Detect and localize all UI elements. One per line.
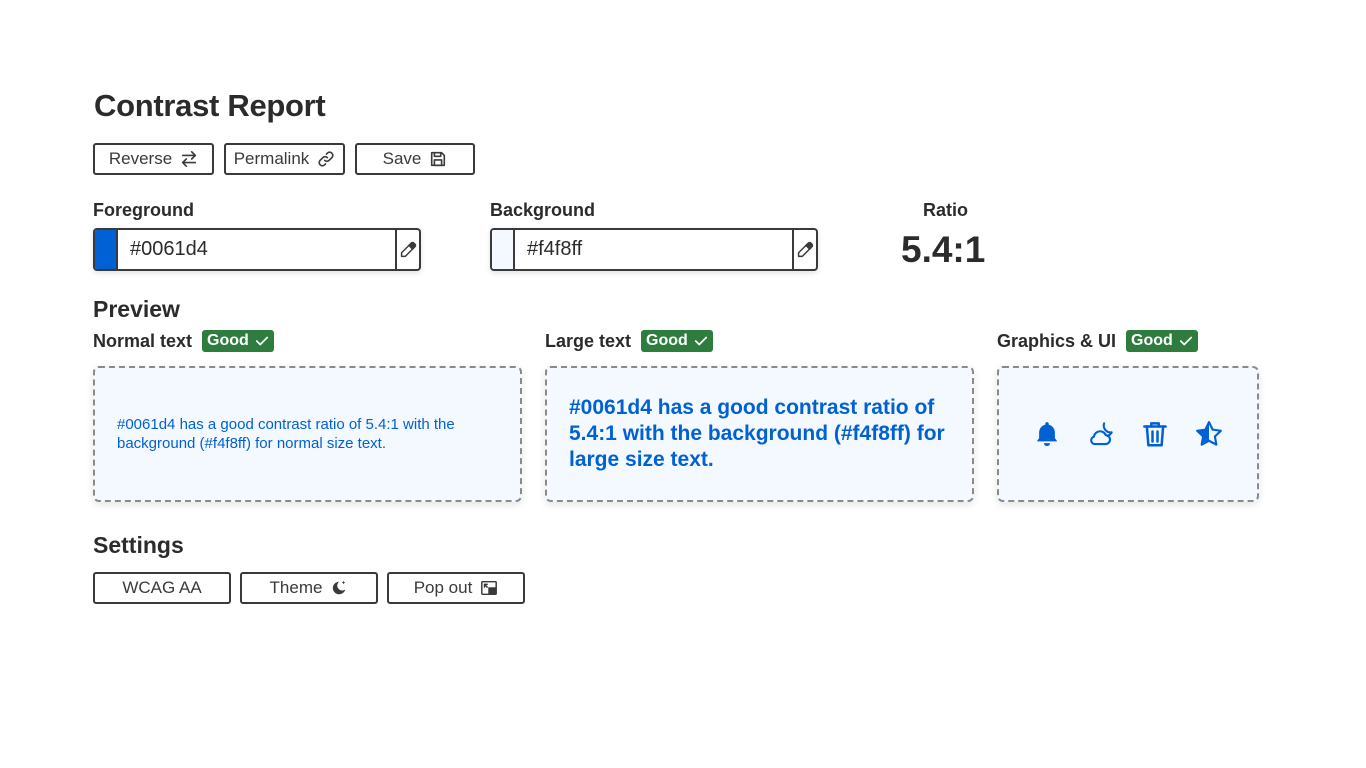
permalink-button[interactable]: Permalink [224, 143, 345, 175]
cloud-moon-icon [1090, 422, 1113, 446]
large-text-preview: #0061d4 has a good contrast ratio of 5.4… [545, 366, 974, 502]
page-title: Contrast Report [94, 88, 326, 123]
bell-icon [1036, 422, 1058, 447]
reverse-button-label: Reverse [108, 149, 173, 168]
theme-button-label: Theme [269, 578, 323, 597]
half-star-icon [1196, 421, 1222, 446]
status-badge: Good [641, 330, 713, 352]
foreground-eyedropper-button[interactable] [395, 230, 419, 269]
foreground-swatch[interactable] [95, 230, 118, 269]
normal-text-sample: #0061d4 has a good contrast ratio of 5.4… [117, 416, 455, 452]
large-text-label: Large text [545, 330, 632, 351]
permalink-button-label: Permalink [233, 149, 310, 168]
status-badge-label: Good [207, 332, 249, 349]
normal-text-label: Normal text [93, 330, 193, 351]
status-badge: Good [202, 330, 274, 352]
background-eyedropper-button[interactable] [792, 230, 816, 269]
background-hex-input[interactable] [515, 230, 792, 269]
theme-button[interactable]: Theme [240, 572, 378, 604]
save-button[interactable]: Save [355, 143, 475, 175]
pop-out-button-label: Pop out [413, 578, 473, 597]
link-icon [318, 151, 334, 167]
check-icon [255, 336, 268, 346]
preview-heading: Preview [93, 296, 180, 322]
trash-icon [1143, 422, 1167, 447]
large-text-header: Large text Good [545, 330, 713, 352]
settings-heading: Settings [93, 532, 184, 558]
eyedropper-icon [400, 241, 417, 257]
ratio-value: 5.4:1 [901, 229, 986, 270]
ratio-label: Ratio [923, 200, 968, 220]
graphics-ui-header: Graphics & UI Good [997, 330, 1198, 352]
picture-in-picture-icon [481, 580, 498, 596]
normal-text-header: Normal text Good [93, 330, 274, 352]
background-swatch[interactable] [492, 230, 515, 269]
save-button-label: Save [382, 149, 422, 168]
status-badge-label: Good [1131, 332, 1173, 349]
foreground-label: Foreground [93, 200, 194, 220]
wcag-level-label: WCAG AA [122, 578, 202, 597]
graphics-ui-preview [997, 366, 1259, 502]
foreground-field [93, 228, 421, 271]
floppy-disk-icon [431, 151, 446, 167]
graphics-ui-label: Graphics & UI [997, 330, 1117, 351]
moon-stars-icon [333, 580, 346, 595]
pop-out-button[interactable]: Pop out [387, 572, 525, 604]
background-field [490, 228, 818, 271]
large-text-sample: #0061d4 has a good contrast ratio of 5.4… [569, 396, 945, 471]
check-icon [1179, 336, 1192, 346]
normal-text-preview: #0061d4 has a good contrast ratio of 5.4… [93, 366, 522, 502]
status-badge: Good [1126, 330, 1198, 352]
foreground-hex-input[interactable] [118, 230, 395, 269]
check-icon [694, 336, 707, 346]
status-badge-label: Good [646, 332, 688, 349]
eyedropper-icon [797, 241, 814, 257]
wcag-level-button[interactable]: WCAG AA [93, 572, 231, 604]
reverse-button[interactable]: Reverse [93, 143, 214, 175]
background-label: Background [490, 200, 596, 220]
swap-arrows-icon [182, 150, 197, 168]
